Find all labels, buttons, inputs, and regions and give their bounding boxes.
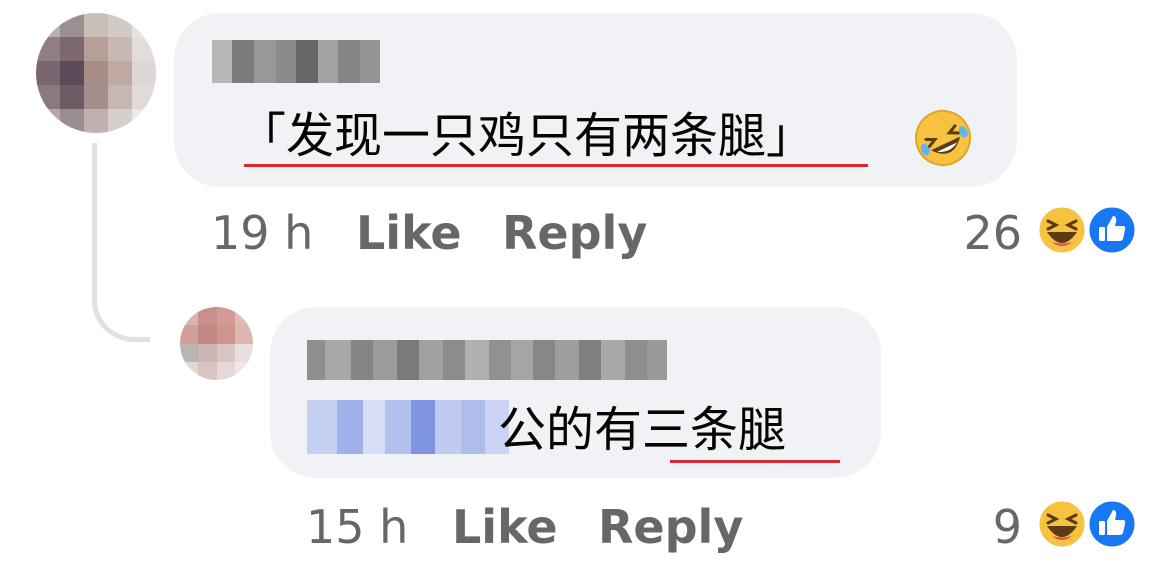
red-underline-annotation: [670, 460, 840, 463]
reaction-count[interactable]: 9: [993, 499, 1022, 555]
reply-button[interactable]: Reply: [502, 205, 647, 261]
reply-text: 公的有三条腿: [498, 402, 787, 458]
reply-commenter-avatar[interactable]: [180, 307, 253, 380]
commenter-name-blurred[interactable]: [212, 40, 380, 83]
reply-thread-connector: [92, 143, 150, 342]
like-button[interactable]: Like: [356, 205, 462, 261]
like-button[interactable]: Like: [452, 499, 558, 555]
comment-text: 「发现一只鸡只有两条腿」: [238, 108, 815, 164]
commenter-avatar[interactable]: [36, 13, 156, 133]
rolling-on-floor-laughing-emoji: [915, 110, 971, 166]
red-underline-annotation: [244, 164, 868, 167]
reaction-count[interactable]: 26: [963, 205, 1022, 261]
haha-icon[interactable]: [1036, 498, 1088, 550]
tagged-name-blurred[interactable]: [307, 400, 509, 454]
comment-timestamp[interactable]: 19 h: [211, 205, 313, 261]
haha-icon[interactable]: [1036, 204, 1088, 256]
like-icon[interactable]: [1086, 204, 1138, 256]
reply-commenter-name-blurred[interactable]: [307, 340, 667, 380]
reply-timestamp[interactable]: 15 h: [306, 499, 408, 555]
like-icon[interactable]: [1086, 498, 1138, 550]
reply-button[interactable]: Reply: [598, 499, 743, 555]
